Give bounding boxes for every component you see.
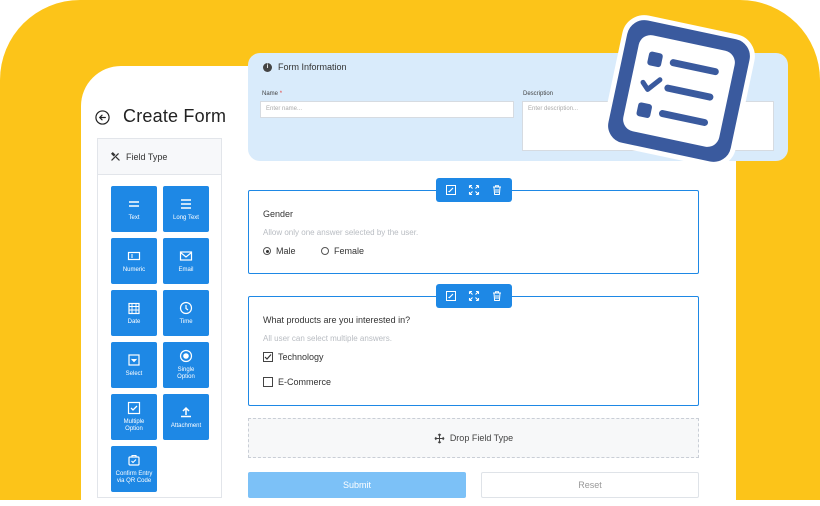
form-information-label: Form Information	[278, 62, 347, 72]
checkbox-checked-icon[interactable]	[263, 352, 273, 362]
field-label: Long Text	[173, 214, 199, 221]
name-label-text: Name	[262, 91, 279, 97]
field-text-button[interactable]: Text	[111, 186, 157, 232]
field-single-option-button[interactable]: Single Option	[163, 342, 209, 388]
option-label: E-Commerce	[278, 377, 332, 387]
numeric-icon	[127, 251, 141, 260]
select-icon	[128, 353, 140, 366]
radio-option-female[interactable]: Female	[321, 246, 364, 256]
question-card-gender[interactable]: Gender Allow only one answer selected by…	[248, 190, 699, 274]
checkbox-option-ecommerce[interactable]: E-Commerce	[263, 377, 331, 387]
field-label-line: Option	[177, 374, 195, 380]
field-select-button[interactable]: Select	[111, 342, 157, 388]
description-placeholder: Enter description...	[528, 106, 579, 112]
back-arrow-icon[interactable]	[95, 110, 110, 125]
field-label: Date	[127, 318, 141, 325]
field-type-header: Field Type	[98, 139, 221, 175]
name-placeholder: Enter name...	[266, 106, 303, 112]
envelope-icon	[179, 250, 193, 261]
field-time-button[interactable]: Time	[163, 290, 209, 336]
field-label: Email	[178, 266, 194, 273]
radio-unselected-icon[interactable]	[321, 247, 329, 255]
field-attachment-button[interactable]: Attachment	[163, 394, 209, 440]
lines-icon	[181, 198, 191, 209]
option-label: Female	[334, 246, 365, 256]
tools-icon	[111, 152, 120, 161]
trash-icon[interactable]	[491, 290, 503, 302]
question-toolbar	[436, 178, 512, 202]
upload-icon	[181, 406, 191, 417]
description-label: Description	[523, 91, 554, 97]
field-label: Time	[179, 318, 193, 325]
radio-icon	[179, 349, 193, 363]
field-label-line: Option	[125, 426, 143, 432]
page-title: Create Form	[123, 106, 227, 126]
equal-lines-icon	[129, 200, 139, 207]
required-marker: *	[279, 91, 283, 97]
field-type-title: Field Type	[126, 151, 168, 162]
field-label: Attachment	[170, 422, 202, 429]
option-label: Male	[276, 246, 296, 256]
question-hint: Allow only one answer selected by the us…	[263, 228, 419, 237]
move-icon	[434, 433, 445, 443]
question-title: Gender	[263, 209, 294, 219]
question-card-products[interactable]: What products are you interested in? All…	[248, 296, 699, 406]
field-qr-confirm-button[interactable]: Confirm Entry via QR Code	[111, 446, 157, 492]
drop-field-zone[interactable]: Drop Field Type	[248, 418, 699, 458]
question-hint: All user can select multiple answers.	[263, 334, 392, 343]
reset-button[interactable]: Reset	[481, 472, 699, 498]
question-toolbar	[436, 284, 512, 308]
checkbox-icon	[127, 401, 141, 415]
field-label: Select	[125, 370, 143, 377]
checkbox-unchecked-icon[interactable]	[263, 377, 273, 387]
field-email-button[interactable]: Email	[163, 238, 209, 284]
submit-button[interactable]: Submit	[248, 472, 466, 498]
option-label: Technology	[278, 352, 324, 362]
checkbox-option-technology[interactable]: Technology	[263, 352, 324, 362]
name-input[interactable]: Enter name...	[260, 101, 514, 118]
field-label: Numeric	[122, 266, 146, 273]
radio-selected-icon[interactable]	[263, 247, 271, 255]
field-label-line: Multiple	[123, 419, 145, 425]
field-label-line: via QR Code	[116, 478, 152, 484]
expand-icon[interactable]	[468, 290, 480, 302]
drop-field-label: Drop Field Type	[449, 433, 514, 443]
radio-option-male[interactable]: Male	[263, 246, 296, 256]
clock-icon	[179, 301, 193, 314]
field-label-line: Confirm Entry	[115, 471, 153, 477]
field-label-line: Single	[177, 367, 195, 373]
field-date-button[interactable]: Date	[111, 290, 157, 336]
field-numeric-button[interactable]: Numeric	[111, 238, 157, 284]
expand-icon[interactable]	[468, 184, 480, 196]
form-information-title: i Form Information	[263, 62, 347, 72]
field-long-text-button[interactable]: Long Text	[163, 186, 209, 232]
question-title: What products are you interested in?	[263, 315, 411, 325]
trash-icon[interactable]	[491, 184, 503, 196]
edit-icon[interactable]	[445, 184, 457, 196]
field-multiple-option-button[interactable]: Multiple Option	[111, 394, 157, 440]
field-label: Text	[128, 214, 140, 221]
name-label: Name *	[262, 91, 282, 97]
edit-icon[interactable]	[445, 290, 457, 302]
qr-confirm-icon	[128, 454, 140, 466]
info-icon: i	[263, 62, 272, 72]
calendar-icon	[128, 302, 140, 314]
